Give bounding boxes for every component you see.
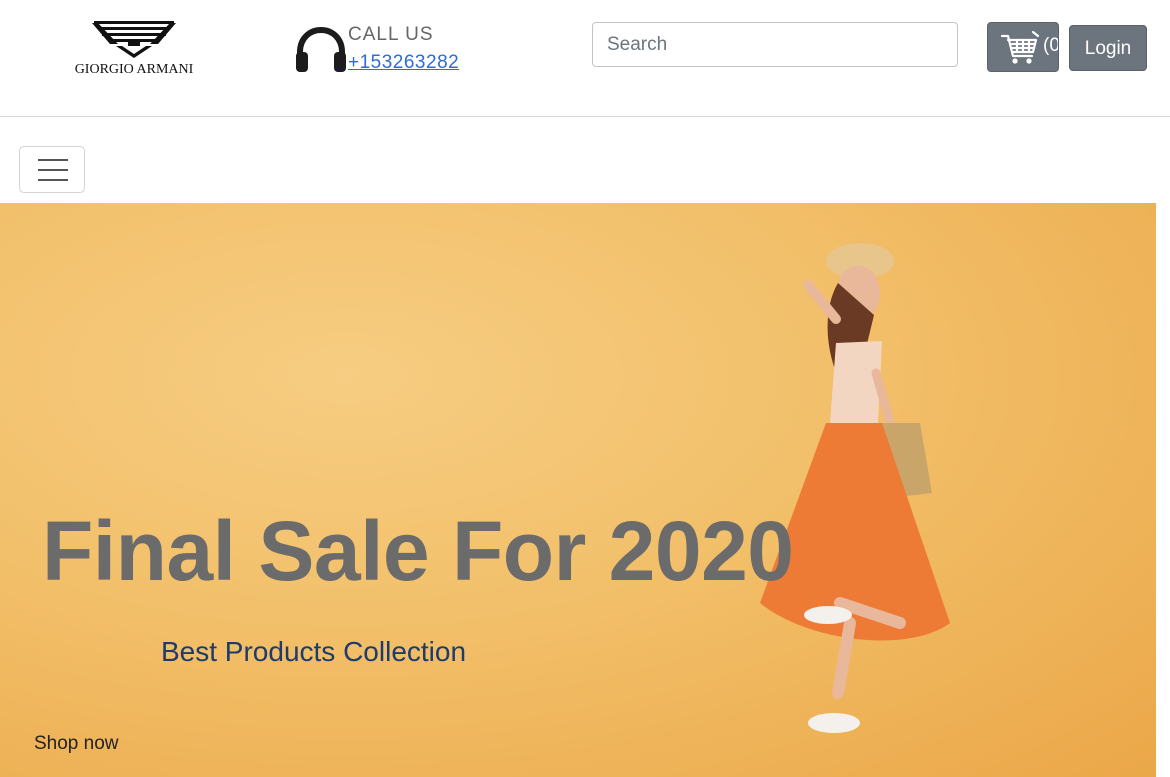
hero-model-image: [760, 243, 950, 733]
hamburger-menu-icon: [38, 169, 68, 171]
cart-button[interactable]: (0: [987, 22, 1059, 72]
shop-now-link[interactable]: Shop now: [34, 733, 119, 755]
armani-eagle-logo-icon: [92, 21, 176, 58]
cart-count: (0: [1043, 35, 1059, 56]
shopping-cart-icon: [1000, 30, 1040, 64]
headphones-icon: [296, 26, 346, 72]
hero-title: Final Sale For 2020: [42, 504, 794, 598]
hamburger-menu-icon: [38, 179, 68, 181]
search-input[interactable]: [592, 22, 958, 67]
brand-name: GIORGIO ARMANI: [74, 62, 194, 77]
site-header: GIORGIO ARMANI CALL US +153263282 (0 Log…: [0, 0, 1170, 117]
phone-link[interactable]: +153263282: [348, 52, 459, 74]
brand-logo[interactable]: GIORGIO ARMANI: [70, 18, 198, 82]
hero-subtitle: Best Products Collection: [161, 636, 467, 667]
hero-banner: Final Sale For 2020 Best Products Collec…: [0, 203, 1156, 777]
login-button[interactable]: Login: [1069, 25, 1147, 71]
call-us-label: CALL US: [348, 24, 434, 45]
main-navbar: [0, 118, 1170, 203]
navbar-toggler-button[interactable]: [19, 146, 85, 193]
hamburger-menu-icon: [38, 159, 68, 161]
